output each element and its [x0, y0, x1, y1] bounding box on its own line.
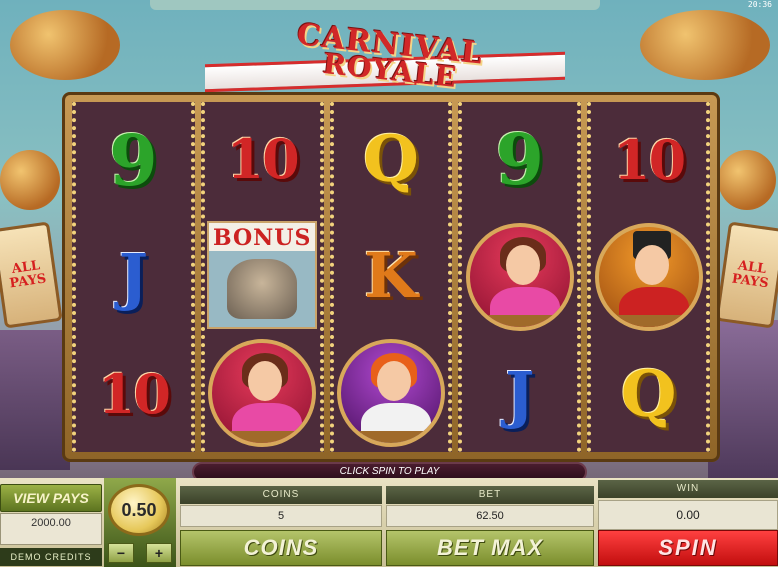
coins-header: COINS: [180, 486, 382, 504]
ringmaster-pbase: [612, 314, 693, 327]
top-bar: [150, 0, 600, 10]
ringmaster-head: [634, 244, 669, 285]
jack-symbol: J: [505, 357, 535, 431]
reel-4: 9J: [458, 102, 582, 452]
nine-symbol: 9: [109, 118, 158, 202]
ten-symbol: 10: [226, 127, 300, 192]
lady-head: [505, 244, 540, 285]
tent-left: [0, 330, 70, 470]
reel-3: QK: [329, 102, 453, 452]
coins-button[interactable]: COINS: [180, 530, 382, 566]
ornament-left-scroll: [10, 10, 120, 80]
queen-symbol: Q: [620, 356, 677, 432]
spin-button[interactable]: SPIN: [598, 530, 778, 566]
all-pays-sign-left: ALL PAYS: [0, 221, 63, 329]
lady-symbol: [208, 339, 317, 448]
win-value: 0.00: [598, 500, 778, 530]
nine-symbol: 9: [495, 118, 545, 202]
bonus-label: BONUS: [213, 225, 312, 252]
clown-head: [376, 360, 411, 401]
ringmaster-symbol: [594, 222, 703, 331]
credits-box: 2000.00: [0, 513, 102, 545]
ornament-left-scroll-2: [0, 150, 60, 210]
lady-head: [248, 361, 283, 402]
bonus-symbol: BONUS: [207, 221, 318, 330]
all-pays-text-2: PAYS: [730, 271, 770, 292]
clown-pbase: [354, 430, 435, 443]
bet-value: 62.50: [386, 505, 594, 527]
ornament-right-scroll: [640, 10, 770, 80]
jack-symbol: J: [118, 240, 149, 314]
credits-value: 2000.00: [31, 517, 71, 529]
reel-2: 10 BONUS: [200, 102, 324, 452]
king-symbol: K: [364, 238, 418, 312]
coin-size-display: 0.50: [108, 484, 170, 536]
ten-symbol: 10: [613, 127, 686, 192]
all-pays-text-2: PAYS: [8, 271, 48, 292]
lady-symbol: [465, 222, 574, 331]
win-header: WIN: [598, 480, 778, 498]
bet-max-button[interactable]: BET MAX: [386, 530, 594, 566]
clock: 20:36: [747, 0, 772, 9]
view-pays-button[interactable]: VIEW PAYS: [0, 484, 102, 512]
coins-value: 5: [180, 505, 382, 527]
reel-1: 9 J 10: [72, 102, 195, 452]
reel-5: 10 Q: [587, 102, 710, 452]
lady-pbase: [483, 314, 564, 327]
game-title: CARNIVAL ROYALE: [260, 17, 520, 94]
queen-symbol: Q: [363, 122, 419, 198]
coin-decrease-button[interactable]: −: [108, 543, 134, 563]
all-pays-sign-right: ALL PAYS: [715, 221, 778, 329]
coin-increase-button[interactable]: +: [146, 543, 172, 563]
reels: 9 J 10 10 BONUS QK 9J 10 Q: [72, 102, 710, 452]
bonus-face: [227, 259, 298, 320]
clown-symbol: [336, 338, 445, 447]
credits-label: DEMO CREDITS: [0, 548, 102, 566]
lady-pbase: [226, 431, 307, 444]
bet-header: BET: [386, 486, 594, 504]
ten-symbol: 10: [97, 361, 171, 426]
ornament-right-scroll-2: [718, 150, 776, 210]
